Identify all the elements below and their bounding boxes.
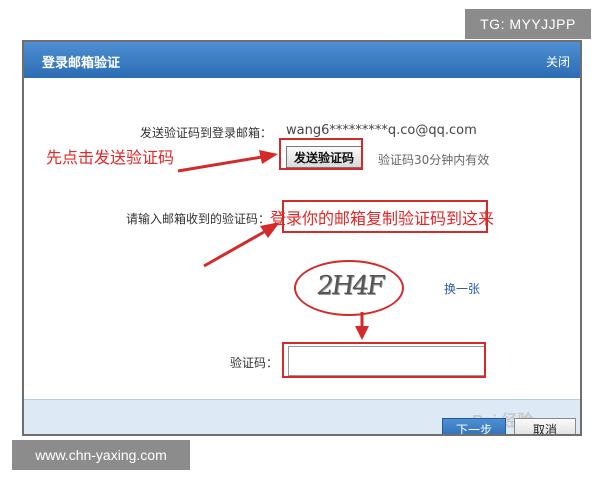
annotation-arrows bbox=[177, 150, 369, 340]
arrow-to-send-button bbox=[177, 150, 278, 173]
watermark-bottom: www.chn-yaxing.com bbox=[12, 440, 190, 470]
arrow-to-input bbox=[355, 312, 369, 340]
arrow-to-code-field bbox=[203, 222, 280, 268]
